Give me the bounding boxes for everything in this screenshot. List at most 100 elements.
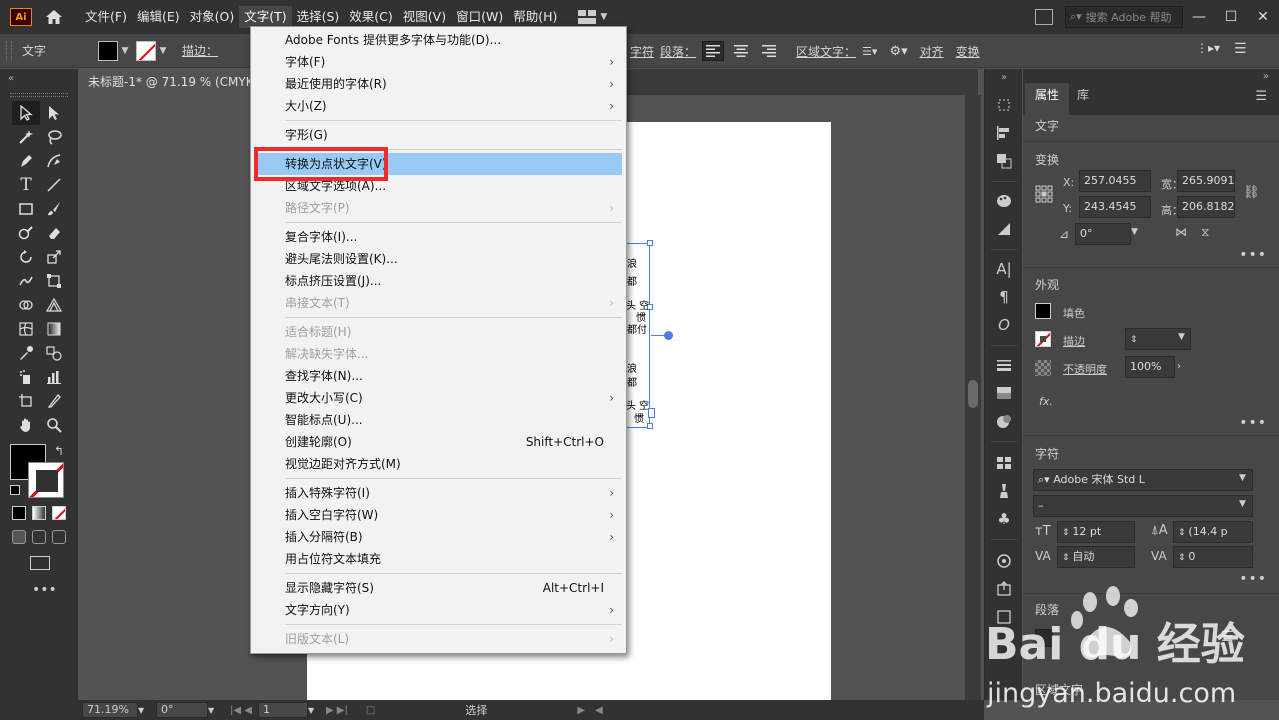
lasso-tool-icon[interactable] bbox=[40, 125, 68, 149]
menu-item-3[interactable]: 大小(Z) › bbox=[251, 95, 626, 117]
artboard-tool-icon[interactable] bbox=[12, 389, 40, 413]
warp-tool-icon[interactable] bbox=[12, 269, 40, 293]
rotation-field[interactable]: 0° bbox=[156, 702, 208, 718]
status-arrow-icon[interactable]: ▶ bbox=[577, 705, 585, 716]
paragraph-panel-icon[interactable]: ¶ bbox=[994, 287, 1014, 307]
minimize-button[interactable]: — bbox=[1183, 0, 1215, 34]
x-field[interactable]: 257.0455 bbox=[1079, 170, 1151, 192]
menu-item[interactable]: 对象(O) bbox=[185, 6, 240, 28]
first-artboard-icon[interactable]: |◀ ◀ bbox=[230, 705, 252, 716]
fill-swatch[interactable] bbox=[1035, 303, 1051, 319]
export-panel-icon[interactable] bbox=[994, 579, 1014, 599]
isolate-icon[interactable]: ⋮▸▾ bbox=[1196, 41, 1220, 57]
scroll-thumb[interactable] bbox=[968, 380, 978, 408]
chevron-right-icon[interactable]: › bbox=[1177, 357, 1189, 377]
stroke-swatch[interactable] bbox=[136, 40, 156, 61]
menu-item-19[interactable]: 插入特殊字符(I) › bbox=[251, 482, 626, 504]
blend-tool-icon[interactable] bbox=[40, 341, 68, 365]
rectangle-tool-icon[interactable] bbox=[12, 197, 40, 221]
angle-field[interactable]: 0° bbox=[1075, 223, 1131, 245]
fill-swatch[interactable] bbox=[98, 40, 118, 61]
align-panel-icon[interactable] bbox=[994, 123, 1014, 143]
free-transform-tool-icon[interactable] bbox=[40, 269, 68, 293]
justify-all-icon[interactable]: ☰ bbox=[1221, 629, 1237, 645]
eyedropper-tool-icon[interactable] bbox=[12, 341, 40, 365]
color-panel-icon[interactable] bbox=[994, 191, 1014, 211]
chevron-down-icon[interactable]: ▼ bbox=[138, 706, 150, 715]
warp-icon[interactable]: ⚙▾ bbox=[889, 44, 907, 59]
menu-item-8[interactable]: 复合字体(I)... bbox=[251, 226, 626, 248]
paragraph-link[interactable]: 段落： bbox=[660, 43, 696, 60]
opentype-panel-icon[interactable]: O bbox=[994, 315, 1014, 335]
scale-tool-icon[interactable] bbox=[40, 245, 68, 269]
menu-item-16[interactable]: 智能标点(U)... bbox=[251, 409, 626, 431]
arrange-documents-icon[interactable] bbox=[1035, 9, 1053, 25]
menu-item-22[interactable]: 用占位符文本填充 bbox=[251, 548, 626, 570]
rotate-tool-icon[interactable] bbox=[12, 245, 40, 269]
flip-horizontal-icon[interactable]: ⋈ bbox=[1175, 225, 1187, 239]
type-tool-icon[interactable]: T bbox=[12, 173, 40, 197]
tab-library[interactable]: 库 bbox=[1067, 83, 1099, 115]
shape-builder-tool-icon[interactable] bbox=[12, 293, 40, 317]
kerning-field[interactable]: ⇕ 自动 bbox=[1057, 546, 1135, 568]
frame-handle[interactable] bbox=[647, 423, 653, 429]
menu-item-18[interactable]: 视觉边距对齐方式(M) bbox=[251, 453, 626, 475]
edit-toolbar-icon[interactable]: ••• bbox=[32, 582, 57, 598]
stroke-label[interactable]: 描边 bbox=[1063, 333, 1085, 349]
collapse-icon[interactable]: » bbox=[985, 69, 1022, 83]
panel-menu-icon[interactable]: ☰ bbox=[1255, 89, 1267, 104]
stroke-label[interactable]: 描边： bbox=[182, 42, 218, 59]
fx-icon[interactable]: fx. bbox=[1039, 395, 1053, 408]
draw-normal-icon[interactable] bbox=[12, 530, 26, 544]
toolbox-grip[interactable]: « bbox=[0, 69, 78, 85]
screen-mode-icon[interactable] bbox=[30, 556, 50, 570]
home-icon[interactable] bbox=[44, 7, 64, 27]
menu-item[interactable]: 文字(T) bbox=[239, 6, 292, 28]
eraser-tool-icon[interactable] bbox=[40, 221, 68, 245]
opacity-field[interactable]: 100% bbox=[1125, 356, 1175, 378]
font-size-field[interactable]: ⇕ 12 pt bbox=[1057, 521, 1135, 543]
menu-item-4[interactable]: 字形(G) bbox=[251, 124, 626, 146]
close-button[interactable]: ✕ bbox=[1247, 0, 1279, 34]
chevron-down-icon[interactable]: ▼ bbox=[118, 41, 132, 61]
character-link[interactable]: 字符 bbox=[630, 43, 654, 60]
toolbox-grip-bar[interactable] bbox=[10, 93, 68, 97]
menu-item-15[interactable]: 更改大小写(C) › bbox=[251, 387, 626, 409]
menu-item-17[interactable]: 创建轮廓(O) Shift+Ctrl+O bbox=[251, 431, 626, 453]
chevron-down-icon[interactable]: ▼ bbox=[1131, 227, 1138, 237]
menu-item-23[interactable]: 显示隐藏字符(S) Alt+Ctrl+I bbox=[251, 577, 626, 599]
tab-properties[interactable]: 属性 bbox=[1025, 83, 1070, 115]
menu-item[interactable]: 视图(V) bbox=[398, 6, 451, 28]
align-center-icon[interactable] bbox=[1069, 629, 1087, 647]
status-nav-icon[interactable]: □ bbox=[366, 705, 375, 716]
transparency-panel-icon[interactable] bbox=[994, 383, 1014, 403]
more-options-icon[interactable]: ••• bbox=[1239, 571, 1267, 587]
area-type-link[interactable]: 区域文字： bbox=[796, 43, 856, 60]
y-field[interactable]: 243.4545 bbox=[1079, 196, 1151, 218]
constrain-proportions-icon[interactable]: ⛓ bbox=[1243, 185, 1260, 200]
leading-field[interactable]: ⇕ (14.4 p bbox=[1173, 521, 1253, 543]
color-mode-icon[interactable] bbox=[12, 506, 26, 520]
hand-tool-icon[interactable] bbox=[12, 413, 40, 437]
collapse-icon[interactable]: » bbox=[1263, 71, 1269, 82]
symbol-sprayer-tool-icon[interactable] bbox=[12, 365, 40, 389]
libraries-panel-icon[interactable] bbox=[994, 607, 1014, 627]
last-artboard-icon[interactable]: ▶ ▶| bbox=[326, 705, 348, 716]
menu-item-2[interactable]: 最近使用的字体(R) › bbox=[251, 73, 626, 95]
chevron-down-icon[interactable]: ▼ bbox=[1239, 499, 1246, 509]
swatches-panel-icon[interactable] bbox=[994, 453, 1014, 473]
stroke-panel-icon[interactable] bbox=[994, 355, 1014, 375]
asset-export-panel-icon[interactable] bbox=[994, 551, 1014, 571]
more-options-icon[interactable]: ••• bbox=[1239, 247, 1267, 263]
align-right-icon[interactable] bbox=[758, 41, 780, 61]
help-search-input[interactable]: ⌕▾ 搜索 Adobe 帮助 bbox=[1065, 6, 1183, 28]
width-field[interactable]: 265.9091 bbox=[1177, 170, 1235, 192]
reference-point-icon[interactable] bbox=[1035, 185, 1053, 206]
grip-handle[interactable] bbox=[6, 40, 12, 61]
default-fill-stroke-icon[interactable] bbox=[10, 485, 20, 495]
brushes-panel-icon[interactable] bbox=[994, 481, 1014, 501]
selection-tool-icon[interactable] bbox=[12, 101, 40, 125]
menu-item[interactable]: 窗口(W) bbox=[451, 6, 508, 28]
pen-tool-icon[interactable] bbox=[12, 149, 40, 173]
align-left-icon[interactable] bbox=[1035, 629, 1053, 647]
